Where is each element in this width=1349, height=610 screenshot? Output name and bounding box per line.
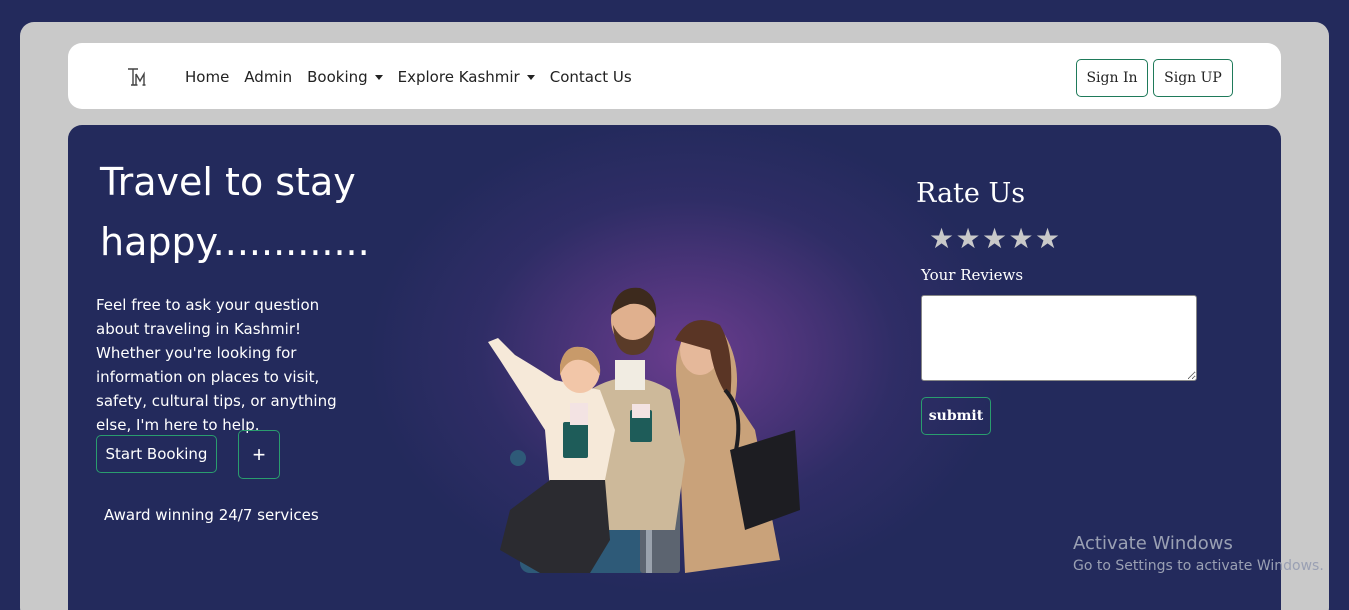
nav-home[interactable]: Home	[185, 66, 229, 88]
star-icon-5[interactable]: ★	[1035, 222, 1062, 256]
sign-in-button[interactable]: Sign In	[1076, 59, 1148, 97]
hero-description: Feel free to ask your question about tra…	[96, 296, 337, 434]
nav-explore-label: Explore Kashmir	[397, 68, 520, 86]
nav-explore-kashmir-dropdown[interactable]: Explore Kashmir	[398, 66, 535, 88]
nav-booking-label: Booking	[307, 68, 368, 86]
caret-down-icon	[374, 74, 383, 80]
nav-admin[interactable]: Admin	[244, 66, 292, 88]
nav-home-label: Home	[185, 68, 230, 86]
star-icon-1[interactable]: ★	[929, 222, 956, 256]
sign-up-button[interactable]: Sign UP	[1153, 59, 1233, 97]
start-booking-button[interactable]: Start Booking	[96, 435, 217, 473]
star-icon-4[interactable]: ★	[1009, 222, 1036, 256]
tm-monogram-logo[interactable]	[126, 66, 148, 88]
nav-contact-us[interactable]: Contact Us	[550, 66, 632, 88]
star-icon-2[interactable]: ★	[956, 222, 983, 256]
award-text: Award winning 24/7 services	[104, 506, 319, 524]
submit-button[interactable]: submit	[921, 397, 991, 435]
activate-windows-subtitle: Go to Settings to activate Windows.	[1073, 558, 1324, 574]
nav-booking-dropdown[interactable]: Booking	[307, 66, 383, 88]
activate-windows-title: Activate Windows	[1073, 533, 1233, 554]
hero-title: Travel to stay happy.............	[100, 160, 370, 264]
caret-down-icon	[526, 74, 535, 80]
family-travel-image	[488, 287, 800, 573]
nav-contact-label: Contact Us	[549, 68, 632, 86]
nav-links: Home Admin Booking Explore Kashmir Conta…	[185, 66, 647, 88]
review-textarea[interactable]	[921, 295, 1197, 381]
plus-button[interactable]: +	[238, 430, 280, 479]
star-icon-3[interactable]: ★	[982, 222, 1009, 256]
your-reviews-label: Your Reviews	[921, 266, 1024, 284]
rate-us-title: Rate Us	[916, 178, 1026, 209]
star-rating: ★ ★ ★ ★ ★	[929, 222, 1062, 256]
nav-admin-label: Admin	[244, 68, 293, 86]
